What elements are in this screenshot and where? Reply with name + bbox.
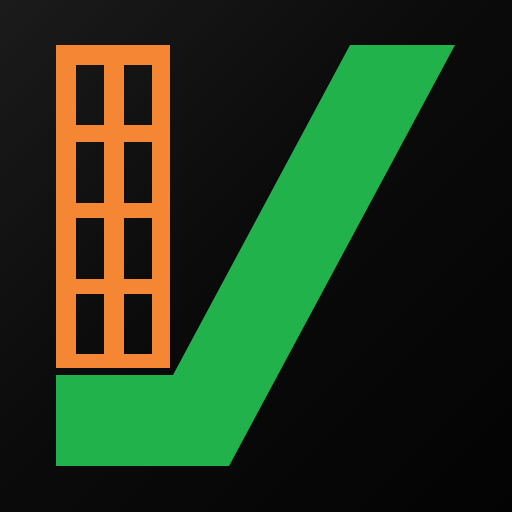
logo-graphic [56, 45, 455, 466]
app-icon [0, 0, 512, 512]
building-frame [56, 45, 170, 368]
building-icon [56, 45, 170, 368]
